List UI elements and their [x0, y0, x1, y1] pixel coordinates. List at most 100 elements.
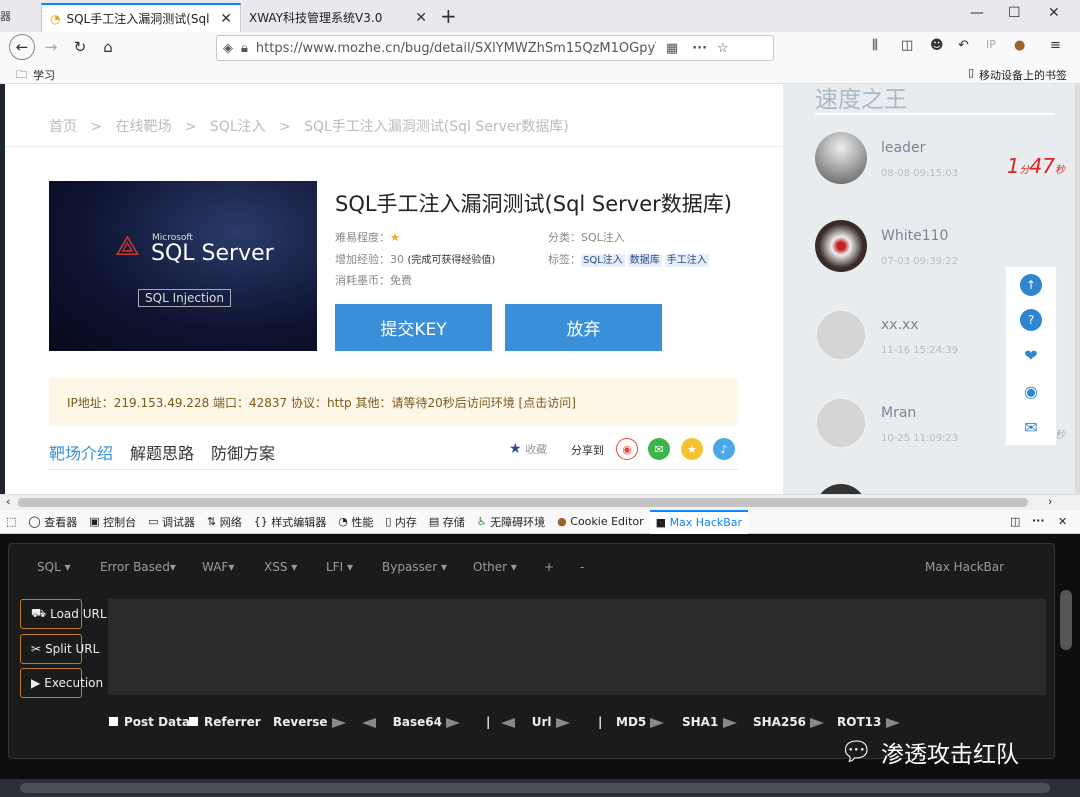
- cookie-icon[interactable]: ●: [1014, 38, 1025, 53]
- tab-xway[interactable]: XWAY科技管理系统V3.0 ✕: [241, 3, 435, 32]
- url-bar[interactable]: ◈ 🔒︎ https://www.mozhe.cn/bug/detail/SXl…: [216, 35, 774, 61]
- load-url-button[interactable]: ⛟ Load URL: [20, 599, 107, 629]
- ip-info-bar[interactable]: IP地址：219.153.49.228 端口：42837 协议：http 其他：…: [49, 378, 738, 426]
- devtools-scrollbar[interactable]: [1060, 590, 1072, 650]
- sha1-button[interactable]: SHA1: [682, 715, 737, 729]
- submit-key-button[interactable]: 提交KEY: [335, 304, 492, 351]
- new-tab-button[interactable]: +: [440, 4, 457, 28]
- forward-icon[interactable]: →: [38, 34, 64, 60]
- abandon-button[interactable]: 放弃: [505, 304, 662, 351]
- checkbox[interactable]: [109, 717, 118, 726]
- qr-icon[interactable]: ▦: [666, 41, 678, 56]
- avatar: [815, 309, 867, 361]
- menu-waf[interactable]: WAF▾: [202, 560, 234, 574]
- reload-icon[interactable]: ↻: [67, 34, 93, 60]
- more-icon[interactable]: ···: [692, 41, 707, 56]
- exp-label: 增加经验：30: [335, 253, 404, 266]
- page-scrollbar[interactable]: [1075, 84, 1080, 494]
- sidebar-title: 速度之王: [815, 87, 907, 113]
- menu-lfi[interactable]: LFI ▾: [326, 560, 353, 574]
- menu-plus[interactable]: +: [544, 560, 554, 574]
- devtools-tab[interactable]: ◯ 查看器: [22, 510, 83, 534]
- post-data-option[interactable]: Post Data: [109, 715, 190, 729]
- scroll-thumb[interactable]: [20, 783, 1050, 793]
- rot13-button[interactable]: ROT13: [837, 715, 900, 729]
- crumb-range[interactable]: 在线靶场: [115, 119, 171, 135]
- referrer-option[interactable]: Referrer: [189, 715, 261, 729]
- wechat-icon[interactable]: ✉: [1020, 416, 1042, 438]
- menu-sql[interactable]: SQL ▾: [37, 560, 71, 574]
- devtools-tab-hackbar[interactable]: ■ Max HackBar: [649, 509, 749, 534]
- tab-title: XWAY科技管理系统V3.0: [249, 11, 383, 25]
- home-icon[interactable]: ⌂: [95, 34, 121, 60]
- scroll-right-icon[interactable]: ›: [1048, 495, 1052, 508]
- extension-icon[interactable]: ☻: [930, 38, 944, 53]
- devtools-tab[interactable]: ▣ 控制台: [83, 510, 142, 534]
- devtools-tab[interactable]: ⇅ 网络: [201, 510, 248, 534]
- scroll-thumb[interactable]: [18, 498, 1028, 507]
- help-icon[interactable]: ?: [1020, 309, 1042, 332]
- scroll-left-icon[interactable]: ‹: [6, 495, 10, 508]
- tab-defense[interactable]: 防御方案: [211, 440, 275, 464]
- minimize-icon[interactable]: —: [970, 5, 984, 21]
- horizontal-scrollbar[interactable]: ‹ ›: [0, 494, 1080, 510]
- maximize-icon[interactable]: ☐: [1008, 5, 1021, 21]
- devtools-tab[interactable]: ◔ 性能: [332, 510, 379, 534]
- menu-other[interactable]: Other ▾: [473, 560, 517, 574]
- close-icon[interactable]: ✕: [415, 10, 427, 26]
- devtools-tab[interactable]: ▯ 内存: [379, 510, 423, 534]
- menu-xss[interactable]: XSS ▾: [264, 560, 297, 574]
- devtools-tab[interactable]: ▤ 存储: [423, 510, 471, 534]
- avatar: [815, 220, 867, 272]
- wechat-icon[interactable]: ✉: [648, 438, 670, 460]
- mobile-bookmarks[interactable]: 移动设备上的书签: [979, 67, 1067, 83]
- close-icon[interactable]: ✕: [220, 11, 232, 27]
- sha256-button[interactable]: SHA256: [753, 715, 825, 729]
- collect-button[interactable]: ★ 收藏: [509, 441, 547, 457]
- url-button[interactable]: Url: [501, 715, 570, 729]
- tag-chip[interactable]: 数据库: [627, 254, 662, 267]
- md5-button[interactable]: MD5: [616, 715, 665, 729]
- bookmark-folder[interactable]: 学习: [33, 67, 55, 83]
- execution-button[interactable]: ▶ Execution: [20, 668, 103, 698]
- menu-error-based[interactable]: Error Based▾: [100, 560, 176, 574]
- back-to-top-icon[interactable]: ↑: [1020, 273, 1042, 296]
- more-icon[interactable]: ···: [1032, 514, 1045, 527]
- qzone-icon[interactable]: ★: [681, 438, 703, 460]
- weibo-icon[interactable]: ◉: [1020, 381, 1042, 403]
- tag-chip[interactable]: 手工注入: [664, 254, 709, 267]
- tab-sql-injection[interactable]: ◔ SQL手工注入漏洞测试(Sql Se ✕: [41, 3, 241, 32]
- dock-icon[interactable]: ◫: [1010, 515, 1020, 528]
- menu-minus[interactable]: -: [580, 560, 584, 574]
- devtools-tab[interactable]: ♿︎ 无障碍环境: [471, 510, 551, 534]
- play-icon: ▶: [31, 676, 41, 690]
- menu-icon[interactable]: ≡: [1050, 38, 1061, 53]
- tag-chip[interactable]: SQL注入: [581, 254, 625, 267]
- url-textarea[interactable]: [108, 599, 1046, 695]
- tab-intro[interactable]: 靶场介绍: [49, 440, 113, 464]
- close-window-icon[interactable]: ✕: [1048, 5, 1060, 21]
- undo-icon[interactable]: ↶: [958, 38, 969, 53]
- crumb-home[interactable]: 首页: [49, 119, 77, 135]
- devtools-tab[interactable]: ▭ 调试器: [142, 510, 201, 534]
- close-icon[interactable]: ✕: [1058, 515, 1067, 528]
- back-icon[interactable]: ←: [9, 34, 35, 60]
- reverse-button[interactable]: Reverse: [273, 715, 346, 729]
- ip-icon[interactable]: IP: [986, 38, 996, 51]
- devtools-tab[interactable]: {} 样式编辑器: [248, 510, 333, 534]
- base64-button[interactable]: Base64: [362, 715, 461, 729]
- split-url-button[interactable]: ✂ Split URL: [20, 634, 99, 664]
- handshake-icon[interactable]: ❤: [1020, 345, 1042, 367]
- qq-icon[interactable]: ♪: [713, 438, 735, 460]
- bottom-scrollbar[interactable]: [0, 779, 1080, 797]
- library-icon[interactable]: ⫼: [872, 38, 878, 53]
- sidebar-icon[interactable]: ◫: [901, 38, 913, 53]
- menu-bypasser[interactable]: Bypasser ▾: [382, 560, 447, 574]
- checkbox[interactable]: [189, 717, 198, 726]
- devtools-tab[interactable]: ● Cookie Editor: [551, 510, 650, 534]
- weibo-icon[interactable]: ◉: [616, 438, 638, 460]
- tab-solution[interactable]: 解题思路: [130, 440, 194, 464]
- picker-icon[interactable]: ⬚: [0, 510, 22, 534]
- star-icon[interactable]: ☆: [717, 41, 729, 56]
- crumb-sqli[interactable]: SQL注入: [210, 119, 266, 135]
